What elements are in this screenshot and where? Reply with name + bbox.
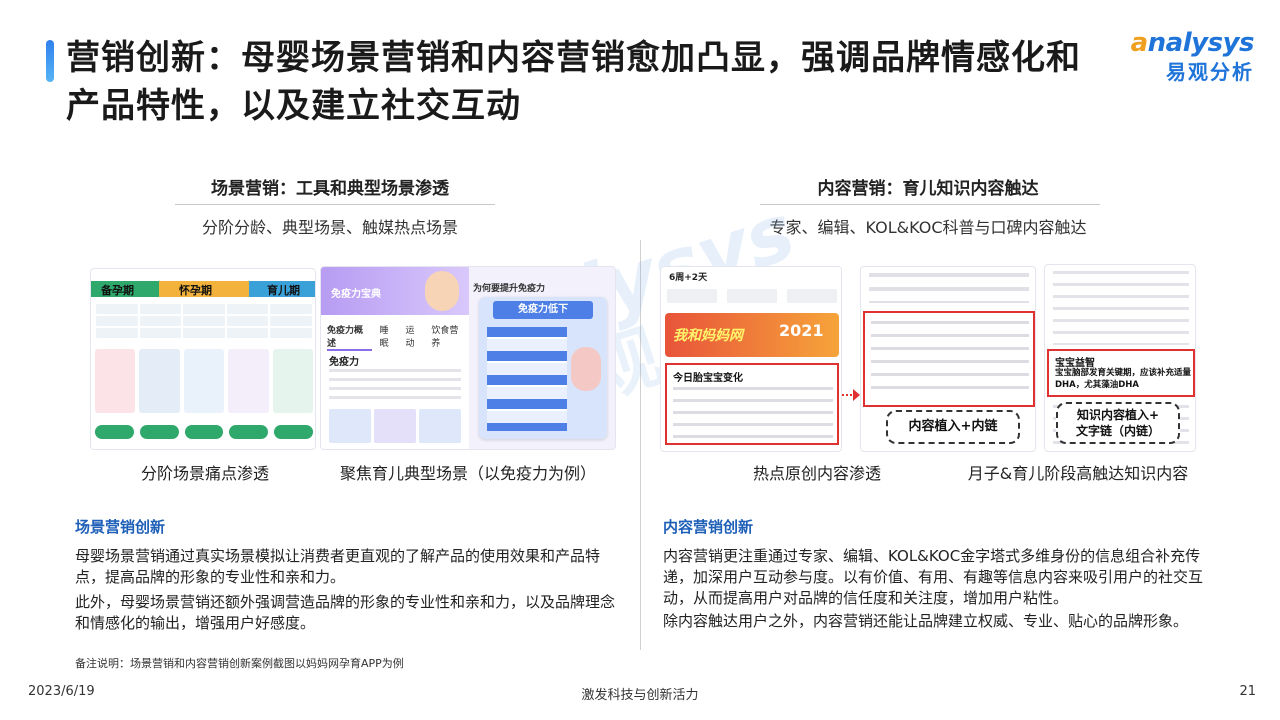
stage-calendar-screenshot: 备孕期 怀孕期 育儿期: [90, 268, 316, 450]
dha-highlight-box: 宝宝益智 宝宝脑部发育关键期，应该补充适量DHA，尤其藻油DHA: [1047, 349, 1195, 397]
caption-immunity-scene: 聚焦育儿典型场景（以免疫力为例）: [339, 464, 596, 483]
left-innovation-title: 场景营销创新: [75, 518, 166, 536]
knowledge-link-line1: 知识内容植入+: [1076, 408, 1160, 422]
fetus-change-title: 今日胎宝宝变化: [673, 373, 743, 384]
footer-tagline: 激发科技与创新活力: [581, 688, 699, 703]
event-banner-title: 我和妈妈网: [673, 328, 743, 344]
immunity-low-card: 免疫力低下: [479, 297, 607, 439]
handbook-app-title: 免疫力宝典: [331, 289, 381, 300]
article-highlight-box: [863, 311, 1035, 407]
stage-green-tags: [95, 425, 313, 439]
page-title: 营销创新：母婴场景营销和内容营销愈加凸显，强调品牌情感化和产品特性，以及建立社交…: [66, 38, 1081, 126]
week-indicator: 6周+2天: [669, 273, 708, 283]
week-tabs: [667, 289, 837, 303]
left-heading-rule: [175, 204, 495, 205]
immunity-handbook-screenshot: 免疫力宝典 免疫力概述 睡眠 运动 饮食营养 免疫力 为何要提升免疫力 免疫力低…: [320, 266, 616, 450]
immunity-low-title: 免疫力低下: [493, 301, 593, 319]
caption-stage-pain-points: 分阶场景痛点渗透: [140, 464, 269, 483]
stage-text-rows: [95, 303, 313, 339]
dha-text: 宝宝脑部发育关键期，应该补充适量DHA，尤其藻油DHA: [1055, 368, 1192, 390]
page-number: 21: [1239, 684, 1256, 699]
analysys-logo: analysys 易观分析: [1128, 28, 1255, 85]
logo-wordmark: analysys: [1130, 28, 1255, 58]
hot-content-screenshot: 6周+2天 我和妈妈网 2021 今日胎宝宝变化: [660, 266, 842, 452]
right-paragraph-1: 内容营销更注重通过专家、编辑、KOL&KOC金字塔式多维身份的信息组合补充传递，…: [663, 547, 1204, 607]
right-heading-rule: [760, 204, 1100, 205]
right-section-heading: 内容营销：育儿知识内容触达: [817, 179, 1039, 199]
fetus-change-lines: [673, 387, 833, 439]
arrow-head-icon: [853, 389, 860, 401]
handbook-body-lines: [329, 369, 461, 405]
content-embed-callout: 内容植入+内链: [886, 410, 1020, 444]
stage-label-prep: 备孕期: [101, 284, 134, 297]
footnote: 备注说明：场景营销和内容营销创新案例截图以妈妈网孕育APP为例: [75, 657, 404, 670]
title-accent-bar: [46, 40, 54, 82]
right-innovation-title: 内容营销创新: [663, 518, 754, 536]
caption-knowledge-content: 月子&育儿阶段高触达知识内容: [967, 464, 1189, 483]
knowledge-link-callout: 知识内容植入+ 文字链（内链）: [1056, 402, 1180, 444]
right-paragraph-2: 除内容触达用户之外，内容营销还能让品牌建立权威、专业、贴心的品牌形象。: [663, 612, 1189, 630]
tab-immunity-overview[interactable]: 免疫力概述: [327, 323, 372, 351]
left-section-heading: 场景营销：工具和典型场景渗透: [211, 179, 449, 199]
handbook-section-title: 免疫力: [329, 357, 359, 368]
child-illustration-icon: [571, 347, 601, 391]
stage-label-pregnancy: 怀孕期: [179, 284, 212, 297]
event-banner-year: 2021: [779, 321, 824, 340]
stage-label-parenting: 育儿期: [267, 284, 300, 297]
right-section-subheading: 专家、编辑、KOL&KOC科普与口碑内容触达: [769, 218, 1087, 237]
logo-chinese: 易观分析: [1166, 60, 1254, 84]
immunity-low-list: [487, 327, 567, 431]
column-divider: [640, 240, 641, 650]
tab-exercise[interactable]: 运动: [405, 323, 423, 351]
article-body-lines: [871, 321, 1029, 399]
tab-sleep[interactable]: 睡眠: [380, 323, 398, 351]
left-paragraph-2: 此外，母婴场景营销还额外强调营造品牌的形象的专业性和亲和力，以及品牌理念和情感化…: [75, 593, 616, 632]
baby-illustration-icon: [425, 271, 459, 311]
handbook-thumbnails: [329, 409, 461, 443]
handbook-question: 为何要提升免疫力: [473, 284, 546, 294]
stage-phone-screens: [95, 349, 314, 413]
left-paragraph-1: 母婴场景营销通过真实场景模拟让消费者更直观的了解产品的使用效果和产品特点，提高品…: [75, 547, 601, 586]
handbook-app-screen: 免疫力宝典 免疫力概述 睡眠 运动 饮食营养 免疫力: [321, 267, 469, 449]
tab-nutrition[interactable]: 饮食营养: [431, 323, 467, 351]
knowledge-top-lines: [1053, 271, 1189, 345]
left-section-subheading: 分阶分龄、典型场景、触媒热点场景: [201, 218, 458, 237]
caption-hot-content: 热点原创内容渗透: [752, 464, 881, 483]
footer-date: 2023/6/19: [28, 684, 95, 699]
handbook-tabs: 免疫力概述 睡眠 运动 饮食营养: [327, 323, 467, 351]
fetus-change-box: 今日胎宝宝变化: [665, 363, 839, 445]
knowledge-link-line2: 文字链（内链）: [1075, 424, 1160, 438]
article-headline-lines: [869, 273, 1029, 303]
